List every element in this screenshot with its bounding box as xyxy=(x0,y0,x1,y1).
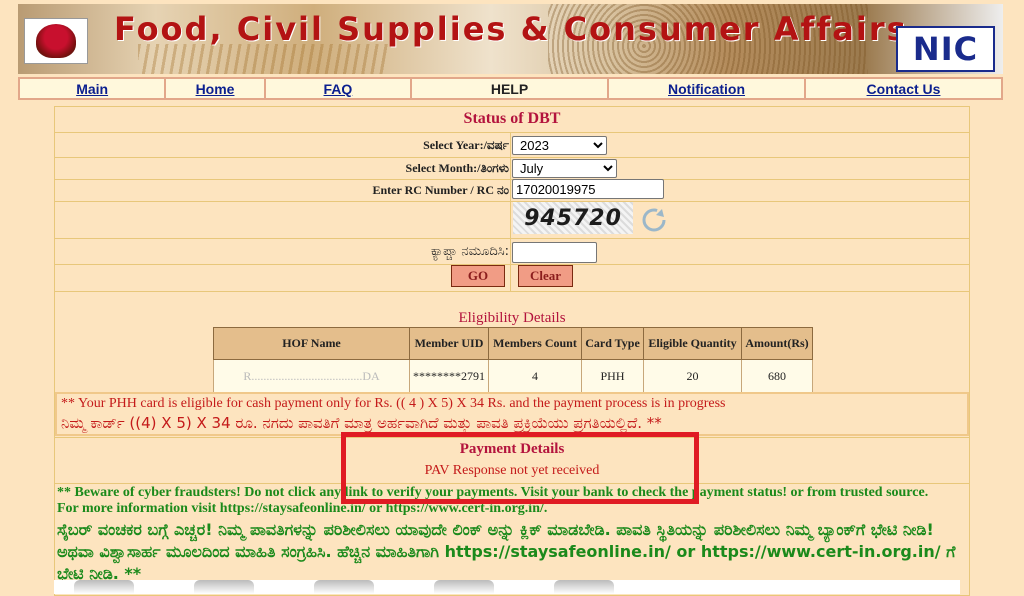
column-header: Members Count xyxy=(488,327,582,360)
column-header: HOF Name xyxy=(213,327,410,360)
nic-logo: NIC xyxy=(896,26,995,72)
members-count-cell: 4 xyxy=(488,359,582,393)
column-header: Card Type xyxy=(581,327,644,360)
amount-cell: 680 xyxy=(741,359,813,393)
eligibility-table: HOF Name Member UID Members Count Card T… xyxy=(213,327,813,393)
notice-english: ** Your PHH card is eligible for cash pa… xyxy=(61,396,726,411)
table-row: R.....................................DA… xyxy=(213,359,813,393)
karnataka-emblem-icon xyxy=(24,18,88,64)
page-title: Status of DBT xyxy=(463,110,561,127)
nav-main[interactable]: Main xyxy=(20,79,165,98)
highlight-box xyxy=(341,432,699,504)
year-label: Select Year:/ವರ್ಷ xyxy=(423,138,509,152)
column-header: Eligible Quantity xyxy=(643,327,742,360)
footer-logo xyxy=(194,580,254,594)
nav-home[interactable]: Home xyxy=(166,79,264,98)
table-header-row: HOF Name Member UID Members Count Card T… xyxy=(213,327,813,360)
rc-number-input[interactable] xyxy=(512,179,664,199)
footer-logo xyxy=(74,580,134,594)
footer-logos xyxy=(54,580,960,594)
column-header: Member UID xyxy=(409,327,489,360)
eligible-quantity-cell: 20 xyxy=(643,359,742,393)
member-uid-cell: ********2791 xyxy=(409,359,489,393)
nav-contact-us[interactable]: Contact Us xyxy=(806,79,1001,98)
eligibility-title: Eligibility Details xyxy=(458,310,566,326)
captcha-input[interactable] xyxy=(512,242,597,263)
captcha-label: ಕ್ಯಾಪ್ಚಾ ನಮೂದಿಸಿ: xyxy=(430,244,509,259)
cyber-warning-kannada: ಸೈಬರ್ ವಂಚಕರ ಬಗ್ಗೆ ಎಚ್ಚರ! ನಿಮ್ಮ ಪಾವತಿಗಳನ್… xyxy=(57,520,956,583)
month-label: Select Month:/ತಿಂಗಳು xyxy=(405,161,509,175)
month-select[interactable]: July xyxy=(512,159,617,178)
footer-logo xyxy=(314,580,374,594)
nav-notification[interactable]: Notification xyxy=(609,79,805,98)
banner-decoration xyxy=(138,44,388,74)
dbt-status-panel: Status of DBT Select Year:/ವರ್ಷ 2023 Sel… xyxy=(54,106,970,596)
rc-number-label: Enter RC Number / RC ನಂ xyxy=(372,183,509,197)
go-button[interactable]: GO xyxy=(451,265,505,287)
top-nav: Main Home FAQ HELP Notification Contact … xyxy=(18,77,1003,100)
refresh-icon[interactable] xyxy=(640,206,668,234)
clear-button[interactable]: Clear xyxy=(518,265,573,287)
column-header: Amount(Rs) xyxy=(741,327,813,360)
eligibility-notice: ** Your PHH card is eligible for cash pa… xyxy=(55,392,969,436)
footer-logo xyxy=(554,580,614,594)
footer-logo xyxy=(434,580,494,594)
site-title: Food, Civil Supplies & Consumer Affairs xyxy=(114,10,908,48)
nav-help[interactable]: HELP xyxy=(412,79,608,98)
card-type-cell: PHH xyxy=(581,359,644,393)
nav-faq[interactable]: FAQ xyxy=(265,79,411,98)
captcha-image: 945720 xyxy=(513,202,633,234)
header-banner: Food, Civil Supplies & Consumer Affairs … xyxy=(18,4,1003,74)
hof-name-cell: R.....................................DA xyxy=(213,359,410,393)
notice-kannada: ನಿಮ್ಮ ಕಾರ್ಡ್ ((4) X 5) X 34 ರೂ. ನಗದು ಪಾವ… xyxy=(61,414,662,432)
year-select[interactable]: 2023 xyxy=(512,136,607,155)
